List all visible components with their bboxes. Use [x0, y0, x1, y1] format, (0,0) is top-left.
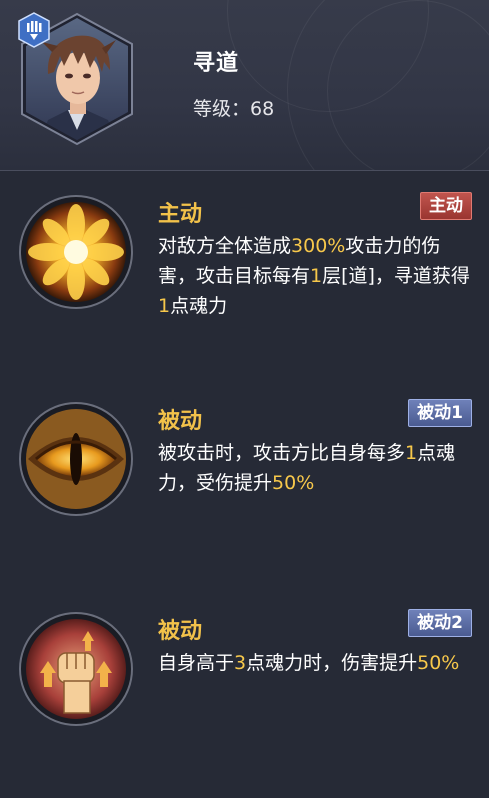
skill-title: 主动	[158, 202, 203, 227]
skill-title: 被动	[158, 409, 203, 434]
description-text: 点魂力时，伤害提升	[246, 652, 418, 674]
description-text: 自身高于	[158, 652, 235, 674]
description-text: 点魂力	[170, 295, 228, 317]
hero-header: 寻道 等级：68	[0, 0, 489, 171]
highlight-value: 1	[158, 295, 171, 317]
highlight-value: 300%	[291, 235, 346, 257]
skill-description: 自身高于3点魂力时，伤害提升50%	[158, 648, 470, 678]
highlight-value: 50%	[272, 472, 315, 494]
skill-type-tag: 被动2	[408, 609, 472, 637]
skill-description: 对敌方全体造成300%攻击力的伤害，攻击目标每有1层[道]，寻道获得1点魂力	[158, 231, 470, 321]
description-text: 对敌方全体造成	[158, 235, 292, 257]
rank-badge-icon	[18, 12, 50, 48]
level-value: 68	[250, 98, 275, 120]
highlight-value: 50%	[417, 652, 460, 674]
hero-name: 寻道	[193, 51, 240, 76]
skill-title: 被动	[158, 619, 203, 644]
hero-level: 等级：68	[193, 94, 274, 121]
dragon-eye-icon[interactable]	[18, 401, 134, 517]
description-text: 层[道]，寻道获得	[322, 265, 470, 287]
description-text: 被攻击时，攻击方比自身每多	[158, 442, 406, 464]
skill-description: 被攻击时，攻击方比自身每多1点魂力，受伤提升50%	[158, 438, 470, 498]
highlight-value: 1	[405, 442, 418, 464]
golden-burst-icon[interactable]	[18, 194, 134, 310]
level-label: 等级：	[193, 98, 251, 120]
raised-fist-icon[interactable]	[18, 611, 134, 727]
hero-portrait[interactable]	[18, 12, 136, 146]
skill-type-tag: 被动1	[408, 399, 472, 427]
highlight-value: 1	[310, 265, 323, 287]
skill-type-tag: 主动	[420, 192, 472, 220]
highlight-value: 3	[234, 652, 247, 674]
